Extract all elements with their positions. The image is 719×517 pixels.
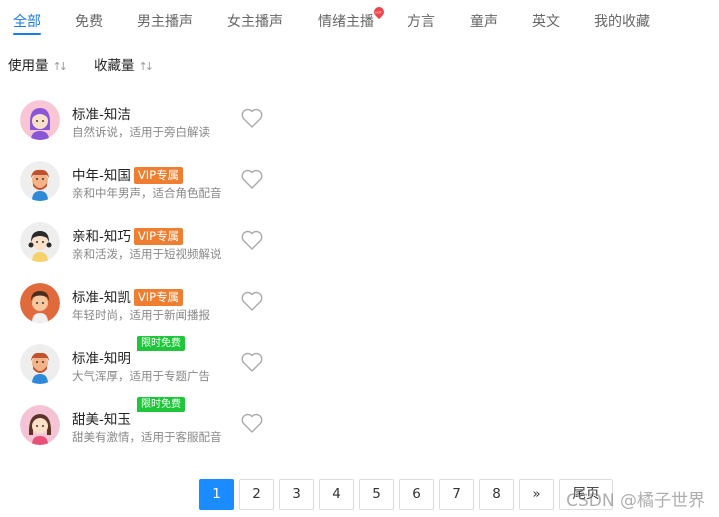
voice-item[interactable]: 标准-知洁 自然诉说，适用于旁白解读 [0,96,280,148]
voice-description: 自然诉说，适用于旁白解读 [72,125,210,139]
voice-name: 标准-知洁 [72,107,131,123]
voice-description: 甜美有激情，适用于客服配音 [72,430,222,444]
tab-male-voice[interactable]: 男主播声 [137,11,193,31]
sort-by-usage[interactable]: 使用量 ↑↓ [8,54,69,74]
voice-description: 亲和活泼，适用于短视频解说 [72,247,222,261]
avatar [20,222,60,262]
tab-emotion-voice[interactable]: 情绪主播 [318,11,374,31]
avatar [20,344,60,384]
favorite-heart-icon[interactable] [240,168,264,190]
favorite-heart-icon[interactable] [240,412,264,434]
voice-name: 中年-知国 VIP专属 [72,164,184,184]
category-tabs: 全部 免费 男主播声 女主播声 情绪主播 HOT 方言 童声 英文 我的收藏 [0,0,719,40]
tab-all[interactable]: 全部 [13,11,41,35]
tab-label: 我的收藏 [594,14,650,30]
tab-free[interactable]: 免费 [75,11,103,31]
voice-name: 标准-知凯 VIP专属 [72,286,184,306]
page-button-5[interactable]: 5 [359,479,394,510]
favorite-heart-icon[interactable] [240,351,264,373]
sort-label: 收藏量 [94,58,135,74]
vip-badge: VIP专属 [133,289,184,306]
avatar [20,283,60,323]
favorite-heart-icon[interactable] [240,229,264,251]
tab-label: 男主播声 [137,14,193,30]
tab-label: 女主播声 [227,14,283,30]
next-page-button[interactable]: » [519,479,554,510]
tab-female-voice[interactable]: 女主播声 [227,11,283,31]
tab-label: 童声 [470,14,498,30]
avatar [20,405,60,445]
voice-item[interactable]: 甜美-知玉 限时免费 甜美有激情，适用于客服配音 [0,397,280,453]
tab-label: 免费 [75,14,103,30]
active-tab-indicator [13,33,41,35]
voice-description: 亲和中年男声，适合角色配音 [72,186,222,200]
favorite-heart-icon[interactable] [240,107,264,129]
favorite-heart-icon[interactable] [240,290,264,312]
voice-description: 大气浑厚，适用于专题广告 [72,369,210,383]
sort-icon: ↑↓ [138,60,155,73]
tab-label: 方言 [407,14,435,30]
page-button-2[interactable]: 2 [239,479,274,510]
tab-english[interactable]: 英文 [532,11,560,31]
page-button-3[interactable]: 3 [279,479,314,510]
tab-child-voice[interactable]: 童声 [470,11,498,31]
vip-badge: VIP专属 [133,228,184,245]
sort-label: 使用量 [8,58,49,74]
page-button-1[interactable]: 1 [199,479,234,510]
tab-dialect[interactable]: 方言 [407,11,435,31]
sort-icon: ↑↓ [52,60,69,73]
avatar [20,100,60,140]
voice-name: 甜美-知玉 [72,412,131,428]
sort-by-favorites[interactable]: 收藏量 ↑↓ [94,54,155,74]
voice-item[interactable]: 标准-知凯 VIP专属 年轻时尚，适用于新闻播报 [0,279,280,331]
page-button-6[interactable]: 6 [399,479,434,510]
page-button-8[interactable]: 8 [479,479,514,510]
voice-item[interactable]: 中年-知国 VIP专属 亲和中年男声，适合角色配音 [0,157,280,209]
avatar [20,161,60,201]
voice-name: 亲和-知巧 VIP专属 [72,225,184,245]
voice-item[interactable]: 标准-知明 限时免费 大气浑厚，适用于专题广告 [0,336,280,392]
limited-free-badge: 限时免费 [137,336,185,351]
vip-badge: VIP专属 [133,167,184,184]
tab-my-favorites[interactable]: 我的收藏 [594,11,650,31]
tab-label: 英文 [532,14,560,30]
page-button-4[interactable]: 4 [319,479,354,510]
page-button-7[interactable]: 7 [439,479,474,510]
tab-label: 全部 [13,14,41,30]
voice-item[interactable]: 亲和-知巧 VIP专属 亲和活泼，适用于短视频解说 [0,218,280,270]
hot-badge: HOT [371,4,387,20]
tab-label: 情绪主播 [318,14,374,30]
limited-free-badge: 限时免费 [137,397,185,412]
voice-description: 年轻时尚，适用于新闻播报 [72,308,210,322]
voice-name: 标准-知明 [72,351,131,367]
watermark: CSDN @橘子世界 [566,491,705,511]
